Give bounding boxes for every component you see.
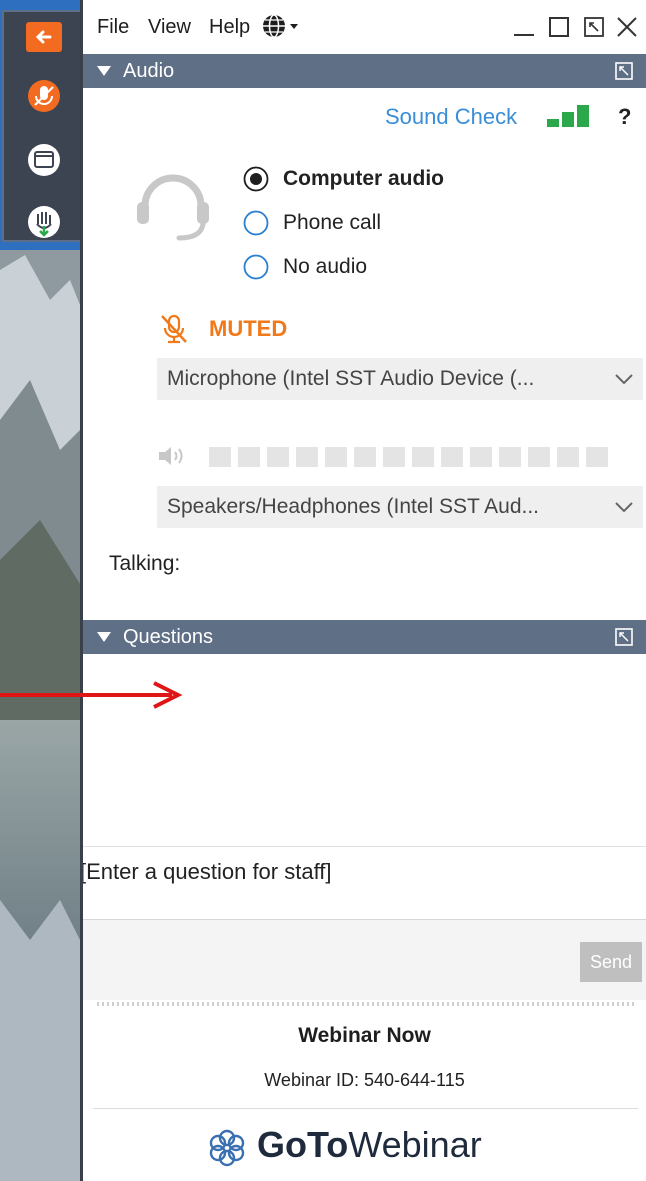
talking-label: Talking: [109,552,181,575]
menu-view[interactable]: View [148,16,191,39]
webinar-title: Webinar Now [298,1024,431,1047]
side-toolbar [2,10,82,242]
gotowebinar-panel: File View Help Audio Sound Check ? Compu… [80,0,646,1181]
gotowebinar-logo: GoToWebinar [207,1122,527,1172]
collapse-arrow-icon[interactable] [26,22,62,52]
audio-level-meter [209,447,608,467]
microphone-icon[interactable] [22,74,66,118]
menu-bar: File View Help [83,0,646,52]
headset-icon [131,160,215,244]
signal-strength-icon [547,103,595,129]
collapse-triangle-icon[interactable] [97,632,111,642]
questions-section-title: Questions [123,626,214,648]
screen-icon[interactable] [22,138,66,182]
microphone-device-value: Microphone (Intel SST Audio Device (... [167,367,535,390]
menu-file[interactable]: File [97,16,129,39]
gotowebinar-wordmark: GoToWebinar [257,1124,482,1166]
help-icon[interactable]: ? [618,104,631,130]
speaker-select[interactable]: Speakers/Headphones (Intel SST Aud... [157,486,643,528]
radio-empty-icon[interactable] [243,254,269,280]
muted-microphone-icon[interactable] [157,312,191,346]
popout-icon[interactable] [614,627,634,647]
minimize-icon[interactable] [511,14,537,40]
maximize-icon[interactable] [546,14,572,40]
brand-webinar: Webinar [348,1124,482,1165]
close-icon[interactable] [614,14,640,40]
questions-section-header[interactable]: Questions [83,620,646,654]
footer-divider [93,1108,638,1109]
chevron-down-icon[interactable] [613,498,635,516]
audio-section-title: Audio [123,60,175,82]
send-area: Send [83,920,646,1000]
radio-label: Computer audio [283,167,444,190]
sound-check-link[interactable]: Sound Check [385,104,517,130]
radio-label: No audio [283,255,368,278]
popout-icon[interactable] [614,61,634,81]
annotation-arrow [0,681,183,709]
muted-status: MUTED [209,316,288,341]
speaker-volume-icon [157,444,191,468]
raise-hand-icon[interactable] [22,200,66,244]
brand-goto: GoTo [257,1124,349,1165]
gotowebinar-flower-icon [207,1128,247,1168]
speaker-device-value: Speakers/Headphones (Intel SST Aud... [167,495,540,518]
collapse-triangle-icon[interactable] [97,66,111,76]
question-input[interactable]: [Enter a question for staff] [83,846,646,920]
radio-selected-icon[interactable] [243,166,269,192]
microphone-select[interactable]: Microphone (Intel SST Audio Device (... [157,358,643,400]
radio-label: Phone call [283,211,382,234]
menu-help[interactable]: Help [209,16,250,39]
radio-empty-icon[interactable] [243,210,269,236]
resize-handle[interactable] [97,1000,637,1008]
globe-icon[interactable] [261,12,301,40]
popout-icon[interactable] [581,14,607,40]
webinar-id: Webinar ID: 540-644-115 [264,1070,465,1090]
send-button[interactable]: Send [580,942,642,982]
question-input-placeholder: [Enter a question for staff] [80,859,332,884]
audio-section-header[interactable]: Audio [83,54,646,88]
chevron-down-icon[interactable] [613,370,635,388]
